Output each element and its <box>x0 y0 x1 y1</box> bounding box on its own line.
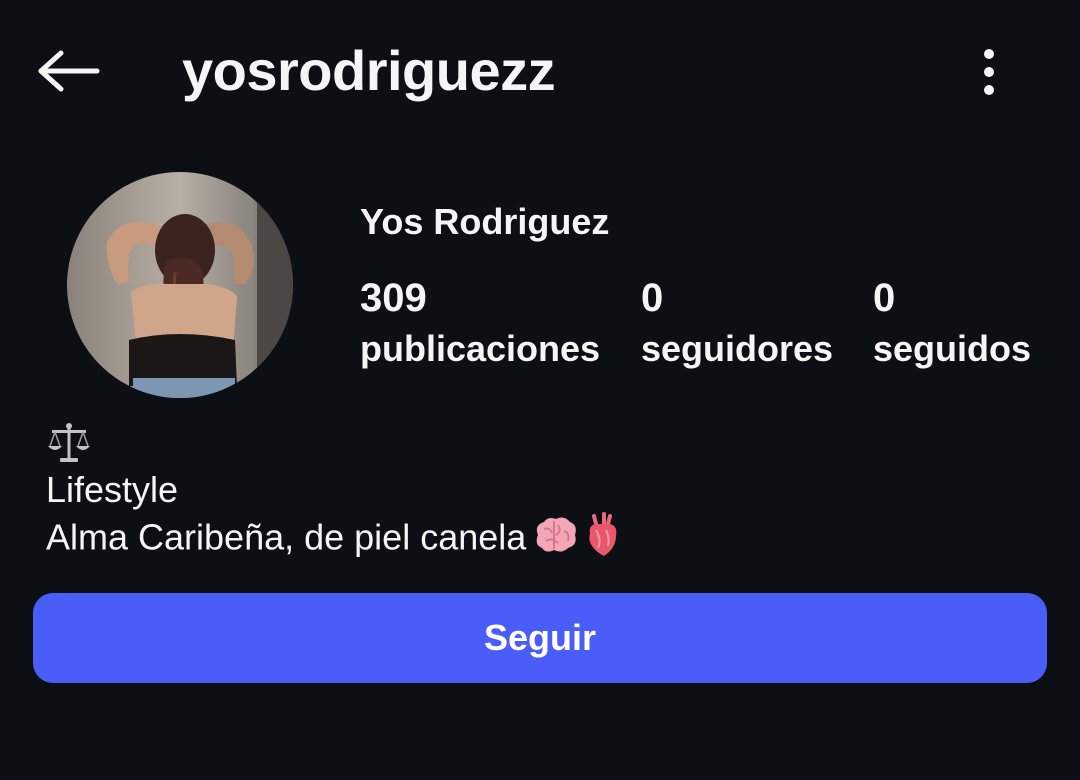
anatomical-heart-emoji-icon <box>584 512 620 568</box>
bio-icon-row <box>46 418 620 468</box>
bio: Lifestyle Alma Caribeña, de piel canela <box>46 418 620 568</box>
more-options-button[interactable] <box>962 40 1016 104</box>
stat-label: seguidores <box>641 328 834 369</box>
top-bar: yosrodriguezz <box>0 0 1080 140</box>
stat-followers[interactable]: 0 seguidores <box>641 275 833 377</box>
brain-emoji-icon <box>532 515 578 565</box>
display-name: Yos Rodriguez <box>360 201 610 242</box>
back-button[interactable] <box>30 40 106 102</box>
stat-label: publicaciones <box>360 328 601 369</box>
avatar[interactable] <box>67 172 293 398</box>
bio-line-category: Lifestyle <box>46 469 179 510</box>
stat-following[interactable]: 0 seguidos <box>873 275 1031 377</box>
stat-label: seguidos <box>873 328 1032 369</box>
follow-button[interactable]: Seguir <box>33 593 1047 683</box>
stat-posts[interactable]: 309 publicaciones <box>360 275 600 377</box>
profile-photo <box>67 172 293 398</box>
stat-value: 309 <box>360 276 427 320</box>
bio-line-text: Alma Caribeña, de piel canela <box>46 512 620 568</box>
bio-text: Alma Caribeña, de piel canela <box>46 516 527 558</box>
more-vertical-icon <box>984 49 994 95</box>
stat-value: 0 <box>873 276 896 320</box>
profile-username: yosrodriguezz <box>182 39 556 102</box>
scales-icon <box>48 423 90 462</box>
stat-value: 0 <box>641 276 664 320</box>
arrow-left-icon <box>38 50 100 92</box>
